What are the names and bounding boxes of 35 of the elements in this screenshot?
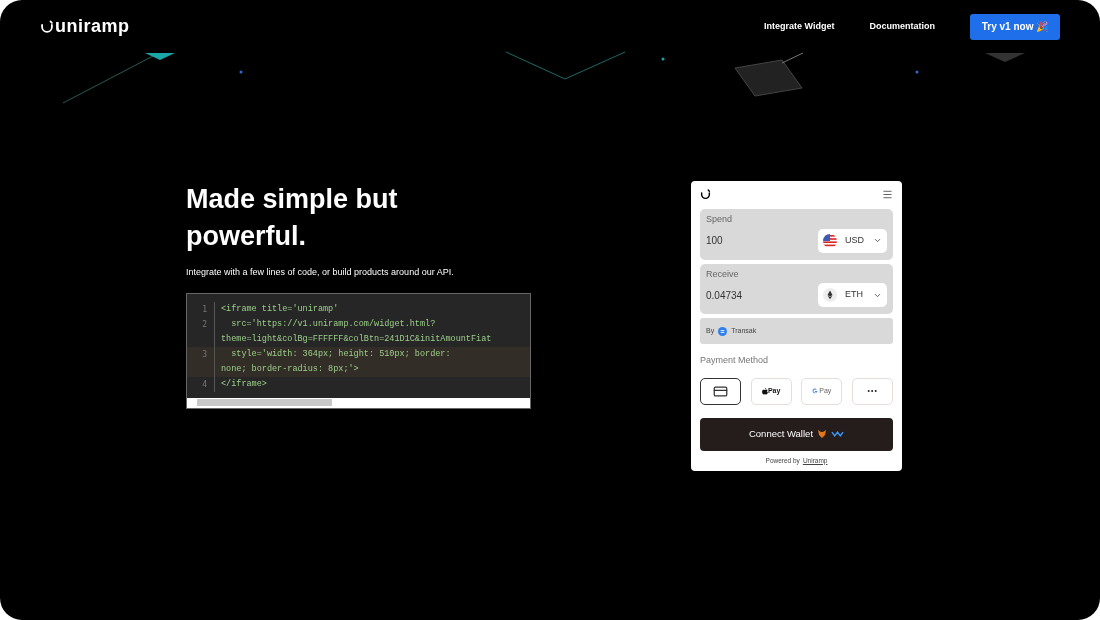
code-line: <iframe title='uniramp' xyxy=(221,302,339,316)
payment-method-label: Payment Method xyxy=(700,354,770,367)
amount-input[interactable]: 0.04734 xyxy=(706,287,796,303)
currency-dropdown[interactable]: USD xyxy=(818,228,887,253)
logo-wordmark: uniramp xyxy=(55,15,130,38)
nav-link[interactable]: Documentation xyxy=(869,19,935,34)
card-method-button[interactable] xyxy=(700,377,741,405)
us-flag-icon xyxy=(823,233,837,248)
amount-input[interactable]: 100 xyxy=(706,233,796,248)
provider-logo-icon xyxy=(718,326,728,336)
widget-logo-icon xyxy=(700,189,711,200)
horizontal-scrollbar[interactable] xyxy=(187,397,530,408)
line-number: 1 xyxy=(187,301,215,317)
connect-wallet-button[interactable]: Connect Wallet xyxy=(700,417,893,451)
apple-icon xyxy=(761,387,768,395)
menu-icon[interactable] xyxy=(882,189,893,200)
hero-subtitle: Integrate with a few lines of code, or build products around our API. xyxy=(186,266,455,279)
try-v1-button[interactable]: Try v1 now 🎉 xyxy=(970,13,1060,40)
code-line: style='width: 364px; height: 510px; border: none; border-radius: 8px;'> xyxy=(221,347,451,376)
fox-icon xyxy=(817,429,828,439)
wave-icon xyxy=(831,430,845,438)
nav-link[interactable]: Integrate Widget xyxy=(764,19,835,34)
ethereum-icon xyxy=(823,288,837,302)
line-number: 4 xyxy=(187,376,215,392)
line-number: 2 xyxy=(187,316,215,347)
hero-title: Made simple but powerful. xyxy=(186,183,399,253)
credit-card-icon xyxy=(713,383,728,399)
amount-label: Receive xyxy=(706,267,740,281)
chevron-down-icon xyxy=(873,236,882,245)
amount-label: Spend xyxy=(706,213,734,226)
logo-icon xyxy=(40,19,54,34)
google-g-icon xyxy=(812,388,819,394)
line-number: 3 xyxy=(187,346,215,377)
code-line: </iframe> xyxy=(221,377,267,391)
currency-dropdown[interactable]: ETH xyxy=(818,283,887,307)
